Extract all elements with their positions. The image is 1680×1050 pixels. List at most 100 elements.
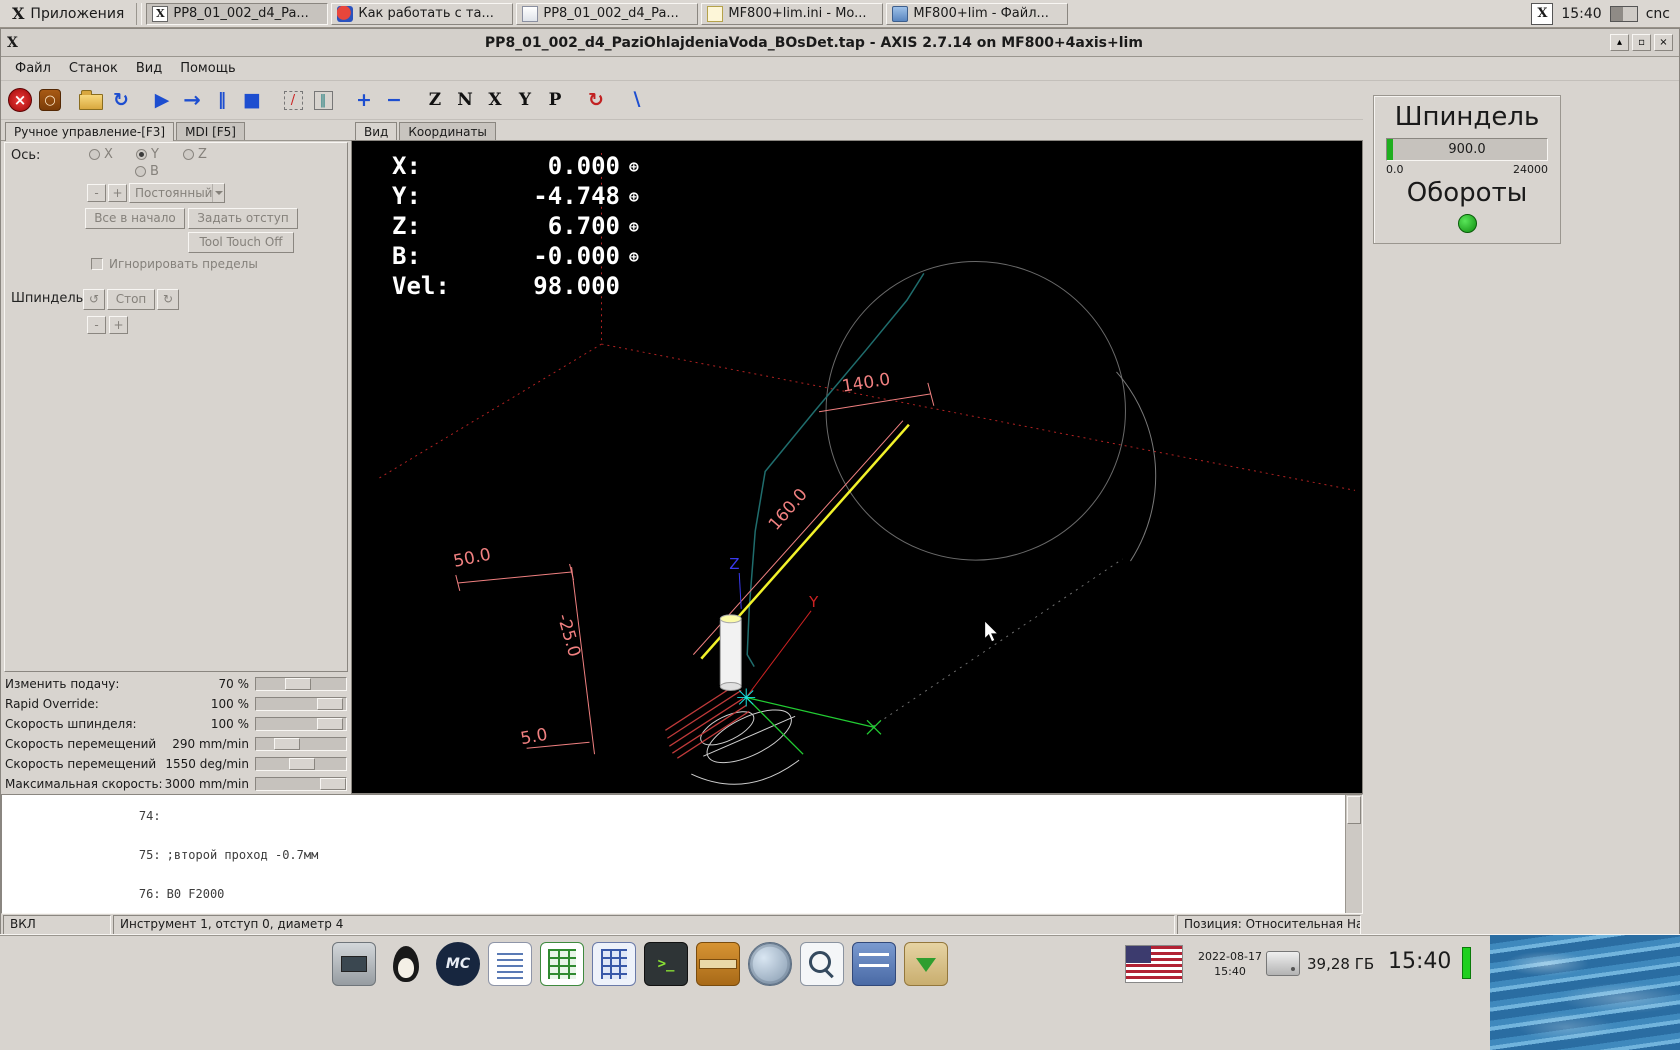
slider-handle[interactable] [273, 738, 300, 750]
axis-radio-b[interactable]: B [135, 164, 159, 179]
tool-button[interactable]: Z [420, 85, 450, 115]
launcher-icon[interactable]: >_ [644, 942, 688, 986]
launcher-icon[interactable] [696, 942, 740, 986]
ignore-limits-checkbox[interactable]: Игнорировать пределы [91, 257, 258, 271]
tool-button[interactable] [76, 85, 106, 115]
workspace-pager[interactable] [1609, 5, 1638, 22]
spindle-reverse-button[interactable]: ↺ [83, 288, 105, 310]
override-slider[interactable] [255, 717, 347, 731]
launcher-icon[interactable] [332, 942, 376, 986]
override-slider[interactable] [255, 777, 347, 791]
slider-handle[interactable] [284, 678, 311, 690]
override-label: Скорость перемещений [5, 757, 157, 771]
tool-button[interactable]: ↻ [106, 85, 136, 115]
spindle-forward-button[interactable]: ↻ [157, 288, 179, 310]
tab-mdi[interactable]: MDI [F5] [176, 121, 245, 140]
tool-button[interactable]: P [540, 85, 570, 115]
dro-readout: X: 0.000 ⊕ Y: -4.748 ⊕ Z: 6.700 ⊕ B: -0.… [392, 151, 648, 301]
menu-item[interactable]: Файл [7, 59, 59, 78]
override-slider[interactable] [255, 697, 347, 711]
tab-dro[interactable]: Координаты [399, 122, 496, 140]
tool-button[interactable]: ■ [237, 85, 267, 115]
tool-button[interactable]: + [349, 85, 379, 115]
jog-increment-select[interactable]: Постоянный [129, 182, 225, 203]
launcher-icon[interactable] [592, 942, 636, 986]
taskbar-clock: 15:40 [1561, 5, 1602, 22]
dro-axis-value: 98.000 [533, 272, 620, 300]
tool-button[interactable]: / [278, 85, 308, 115]
toolbar-icon: × [8, 88, 32, 112]
jog-plus-button[interactable]: + [108, 183, 127, 202]
tool-button[interactable]: X [480, 85, 510, 115]
tab-preview[interactable]: Вид [355, 122, 398, 141]
gcode-line[interactable]: 74: [8, 797, 1362, 836]
spindle-minus-button[interactable]: - [87, 315, 106, 334]
taskbar-window-button[interactable]: PP8_01_002_d4_Pa... [516, 2, 699, 25]
slider-handle[interactable] [320, 778, 346, 790]
tool-touch-off-button[interactable]: Tool Touch Off [188, 231, 294, 253]
axis-radio[interactable]: Z [183, 147, 207, 162]
launcher-icon[interactable] [904, 942, 948, 986]
menu-item[interactable]: Вид [128, 59, 170, 78]
window-control-button[interactable]: × [1654, 34, 1673, 51]
taskbar-window-button[interactable]: PP8_01_002_d4_Pa... [146, 2, 329, 25]
launcher-icon[interactable] [748, 942, 792, 986]
menu-item[interactable]: Помощь [172, 59, 243, 78]
tool-button[interactable]: ○ [35, 85, 65, 115]
launcher-icon[interactable]: MC [436, 942, 480, 986]
override-slider[interactable] [255, 757, 347, 771]
override-sliders: Изменить подачу: 70 % Rapid Override: 10… [1, 672, 351, 794]
tool-button[interactable]: ∖ [622, 85, 652, 115]
override-slider[interactable] [255, 737, 347, 751]
tool-button[interactable]: → [177, 85, 207, 115]
x-server-tray-icon[interactable]: X [1531, 2, 1554, 25]
axis-radio[interactable]: X [89, 147, 113, 162]
tool-button[interactable]: − [379, 85, 409, 115]
manual-controls-frame: Ось: X Y Z B - + Постоянный Все в начало… [4, 141, 348, 672]
tool-button[interactable]: Y [510, 85, 540, 115]
tool-button[interactable]: N [450, 85, 480, 115]
launcher-icon[interactable] [488, 942, 532, 986]
tool-button[interactable]: ▶ [147, 85, 177, 115]
keyboard-layout-flag[interactable] [1125, 945, 1183, 983]
applications-menu[interactable]: X Приложения [4, 2, 132, 26]
slider-handle[interactable] [289, 758, 316, 770]
gcode-scrollbar[interactable] [1345, 795, 1362, 913]
scrollbar-thumb[interactable] [1347, 796, 1361, 824]
jog-minus-button[interactable]: - [87, 183, 106, 202]
gcode-listing[interactable]: 74: 75: ;второй проход -0.7мм 76: B0 F2000 [1, 794, 1363, 914]
gcode-line[interactable]: 76: B0 F2000 [8, 875, 1362, 913]
spindle-plus-button[interactable]: + [109, 315, 128, 334]
tool-button[interactable]: ‖ [207, 85, 237, 115]
taskbar-window-button[interactable]: Как работать с та... [331, 2, 514, 25]
tab-manual-control[interactable]: Ручное управление-[F3] [5, 121, 175, 141]
tool-button[interactable]: ↻ [581, 85, 611, 115]
toolbar-icon: ∖ [630, 89, 644, 111]
set-offset-button[interactable]: Задать отступ [188, 207, 298, 229]
launcher-icon[interactable] [384, 942, 428, 986]
gcode-line[interactable]: 75: ;второй проход -0.7мм [8, 836, 1362, 875]
spindle-stop-button[interactable]: Стоп [107, 288, 155, 310]
taskbar-window-button[interactable]: MF800+lim - Файл... [886, 2, 1069, 25]
launcher-icon[interactable] [800, 942, 844, 986]
launcher-icon[interactable] [540, 942, 584, 986]
axis-radio[interactable]: Y [136, 147, 159, 162]
override-slider[interactable] [255, 677, 347, 691]
slider-handle[interactable] [316, 718, 343, 730]
window-titlebar[interactable]: X PP8_01_002_d4_PaziOhlajdeniaVoda_BOsDe… [1, 29, 1679, 57]
home-all-button[interactable]: Все в начало [85, 207, 185, 229]
preview-canvas[interactable]: 140.0 160.0 50.0 -25.0 5.0 Y Z X: 0.000 … [351, 140, 1363, 794]
tool-button[interactable]: × [5, 85, 35, 115]
position-info: Позиция: Относительная Насто [1177, 915, 1361, 935]
toolbar-icon: − [386, 89, 402, 111]
tool-button[interactable]: ‖ [308, 85, 338, 115]
window-control-button[interactable]: ▫ [1632, 34, 1651, 51]
menu-item[interactable]: Станок [61, 59, 126, 78]
slider-handle[interactable] [316, 698, 343, 710]
taskbar-window-button[interactable]: MF800+lim.ini - Mo... [701, 2, 884, 25]
toolbar-icon: N [457, 90, 473, 110]
window-control-button[interactable]: ▴ [1610, 34, 1629, 51]
dro-axis-label: X: [392, 152, 421, 180]
y-axis-line [745, 610, 812, 698]
launcher-icon[interactable] [852, 942, 896, 986]
